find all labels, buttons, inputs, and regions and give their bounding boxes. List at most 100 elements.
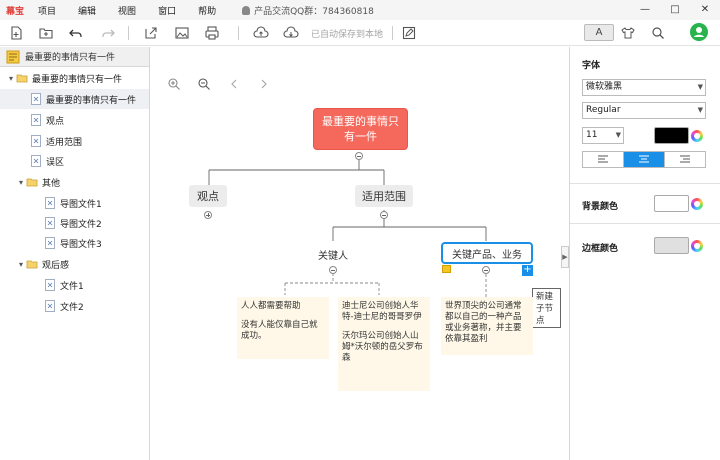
tree-folder-reflection[interactable]: ▾ 观后感	[0, 254, 149, 274]
collapse-arrow-icon[interactable]: ▾	[16, 260, 26, 269]
add-child-node-button[interactable]: +	[522, 265, 533, 276]
subtopic-key-products[interactable]: 关键产品、业务	[441, 242, 533, 264]
search-icon[interactable]	[650, 25, 666, 41]
tree-file-scope[interactable]: 适用范围	[0, 131, 149, 151]
new-file-icon[interactable]	[8, 25, 24, 41]
tree-file-misconception[interactable]: 误区	[0, 151, 149, 171]
menu-window[interactable]: 窗口	[158, 4, 176, 17]
qq-group-info: 产品交流QQ群：784360818	[242, 4, 374, 17]
mindmap-file-icon	[30, 93, 42, 105]
qq-text: 产品交流QQ群：784360818	[254, 6, 374, 17]
root-node[interactable]: 最重要的事情只 有一件	[313, 108, 408, 150]
note-line: 人人都需要帮助	[241, 301, 301, 311]
menu-bar: 幕宝 项目 编辑 视图 窗口 帮助 产品交流QQ群：784360818 — □ …	[0, 0, 720, 20]
autosave-status: 已自动保存到本地	[311, 30, 384, 40]
close-icon[interactable]: ✕	[690, 0, 720, 20]
align-left-button[interactable]	[583, 152, 624, 167]
tree-file-file2[interactable]: 文件2	[0, 296, 149, 316]
panel-collapse-handle[interactable]: ▶	[561, 246, 569, 268]
toolbar-divider	[392, 26, 393, 40]
font-label: 字体	[582, 61, 601, 71]
minimize-icon[interactable]: —	[630, 0, 660, 20]
tree-label: 最重要的事情只有一件	[46, 95, 137, 106]
border-color-label: 边框颜色	[582, 244, 619, 254]
tree-file-viewpoint[interactable]: 观点	[0, 110, 149, 130]
marker-flag-icon[interactable]	[442, 265, 451, 273]
cloud-download-icon[interactable]	[283, 25, 299, 41]
topic-scope[interactable]: 适用范围	[355, 185, 413, 207]
font-size-select[interactable]: 11 ▼	[582, 127, 624, 144]
edit-note-icon[interactable]	[401, 25, 417, 41]
sidebar-title: 最重要的事情只有一件	[25, 53, 116, 63]
undo-icon[interactable]	[68, 25, 84, 41]
expand-toggle[interactable]	[204, 211, 212, 219]
bg-color-swatch[interactable]	[654, 195, 689, 212]
align-right-button[interactable]	[665, 152, 705, 167]
export-icon[interactable]	[143, 25, 159, 41]
collapse-arrow-icon[interactable]: ▾	[16, 178, 26, 187]
mindmap-canvas[interactable]: 最重要的事情只 有一件 观点 适用范围 关键人 关键产品、业务 + 新建子节点 …	[151, 47, 561, 460]
qq-icon	[242, 5, 251, 15]
font-style-value: Regular	[586, 105, 621, 115]
tree-label: 最重要的事情只有一件	[32, 74, 123, 85]
format-panel: 字体 微软雅黑 ▼ Regular ▼ 11 ▼ 背景颜色 边框颜色	[569, 47, 720, 460]
color-wheel-icon[interactable]	[691, 130, 703, 142]
cloud-upload-icon[interactable]	[253, 25, 269, 41]
tree-label: 文件1	[60, 281, 84, 292]
collapse-toggle[interactable]	[380, 211, 388, 219]
tree-file-file1[interactable]: 文件1	[0, 275, 149, 295]
format-tab[interactable]: A	[584, 24, 614, 41]
image-icon[interactable]	[174, 25, 190, 41]
note-line: 成功。	[241, 331, 267, 341]
tree-file-map2[interactable]: 导图文件2	[0, 213, 149, 233]
folder-icon	[26, 258, 38, 270]
text-align-group	[582, 151, 706, 168]
font-style-select[interactable]: Regular ▼	[582, 102, 706, 119]
mindmap-file-icon	[44, 217, 56, 229]
color-wheel-icon[interactable]	[691, 240, 703, 252]
note-card-products[interactable]: 世界顶尖的公司通常 都以自己的一种产品 或业务著称，并主要 依靠其盈利	[441, 297, 533, 355]
note-card-help[interactable]: 人人都需要帮助 没有人能仅靠自己就 成功。	[237, 297, 329, 359]
user-avatar[interactable]	[690, 23, 708, 41]
note-line: 或业务著称，并主要	[445, 323, 522, 333]
redo-icon[interactable]	[100, 25, 116, 41]
tree-file-main[interactable]: 最重要的事情只有一件	[0, 89, 149, 109]
tree-label: 其他	[42, 178, 61, 189]
collapse-toggle[interactable]	[355, 152, 363, 160]
font-family-select[interactable]: 微软雅黑 ▼	[582, 79, 706, 96]
note-card-examples[interactable]: 迪士尼公司创始人华 特-迪士尼的哥哥罗伊 沃尔玛公司创始人山 姆*沃尔顿的岳父罗…	[338, 297, 430, 391]
align-center-button[interactable]	[624, 152, 665, 167]
folder-icon	[16, 72, 28, 84]
border-color-swatch[interactable]	[654, 237, 689, 254]
tree-label: 适用范围	[46, 137, 83, 148]
tree-folder-root[interactable]: ▾ 最重要的事情只有一件	[0, 68, 149, 88]
section-divider	[570, 183, 720, 184]
font-color-swatch[interactable]	[654, 127, 689, 144]
subtopic-key-people[interactable]: 关键人	[311, 243, 355, 265]
sidebar-header[interactable]: 最重要的事情只有一件	[0, 47, 149, 67]
menu-view[interactable]: 视图	[118, 4, 136, 17]
print-icon[interactable]	[204, 25, 220, 41]
menu-help[interactable]: 帮助	[198, 4, 216, 17]
menu-project[interactable]: 项目	[38, 4, 56, 17]
app-brand[interactable]: 幕宝	[6, 4, 24, 17]
theme-shirt-icon[interactable]	[620, 25, 636, 41]
collapse-arrow-icon[interactable]: ▾	[6, 74, 16, 83]
mindmap-file-icon	[44, 237, 56, 249]
note-line: 姆*沃尔顿的岳父罗布	[342, 342, 423, 352]
maximize-icon[interactable]: □	[660, 0, 690, 20]
collapse-toggle[interactable]	[482, 266, 490, 274]
collapse-toggle[interactable]	[329, 266, 337, 274]
color-wheel-icon[interactable]	[691, 198, 703, 210]
new-folder-icon[interactable]	[38, 25, 54, 41]
topic-viewpoint[interactable]: 观点	[189, 185, 227, 207]
mindmap-file-icon	[44, 197, 56, 209]
menu-edit[interactable]: 编辑	[78, 4, 96, 17]
tree-file-map1[interactable]: 导图文件1	[0, 193, 149, 213]
window-controls: — □ ✕	[630, 0, 720, 20]
mindmap-file-icon	[30, 155, 42, 167]
tree-file-map3[interactable]: 导图文件3	[0, 233, 149, 253]
tree-folder-other[interactable]: ▾ 其他	[0, 172, 149, 192]
tree-label: 观后感	[42, 260, 70, 271]
tree-label: 误区	[46, 157, 65, 168]
